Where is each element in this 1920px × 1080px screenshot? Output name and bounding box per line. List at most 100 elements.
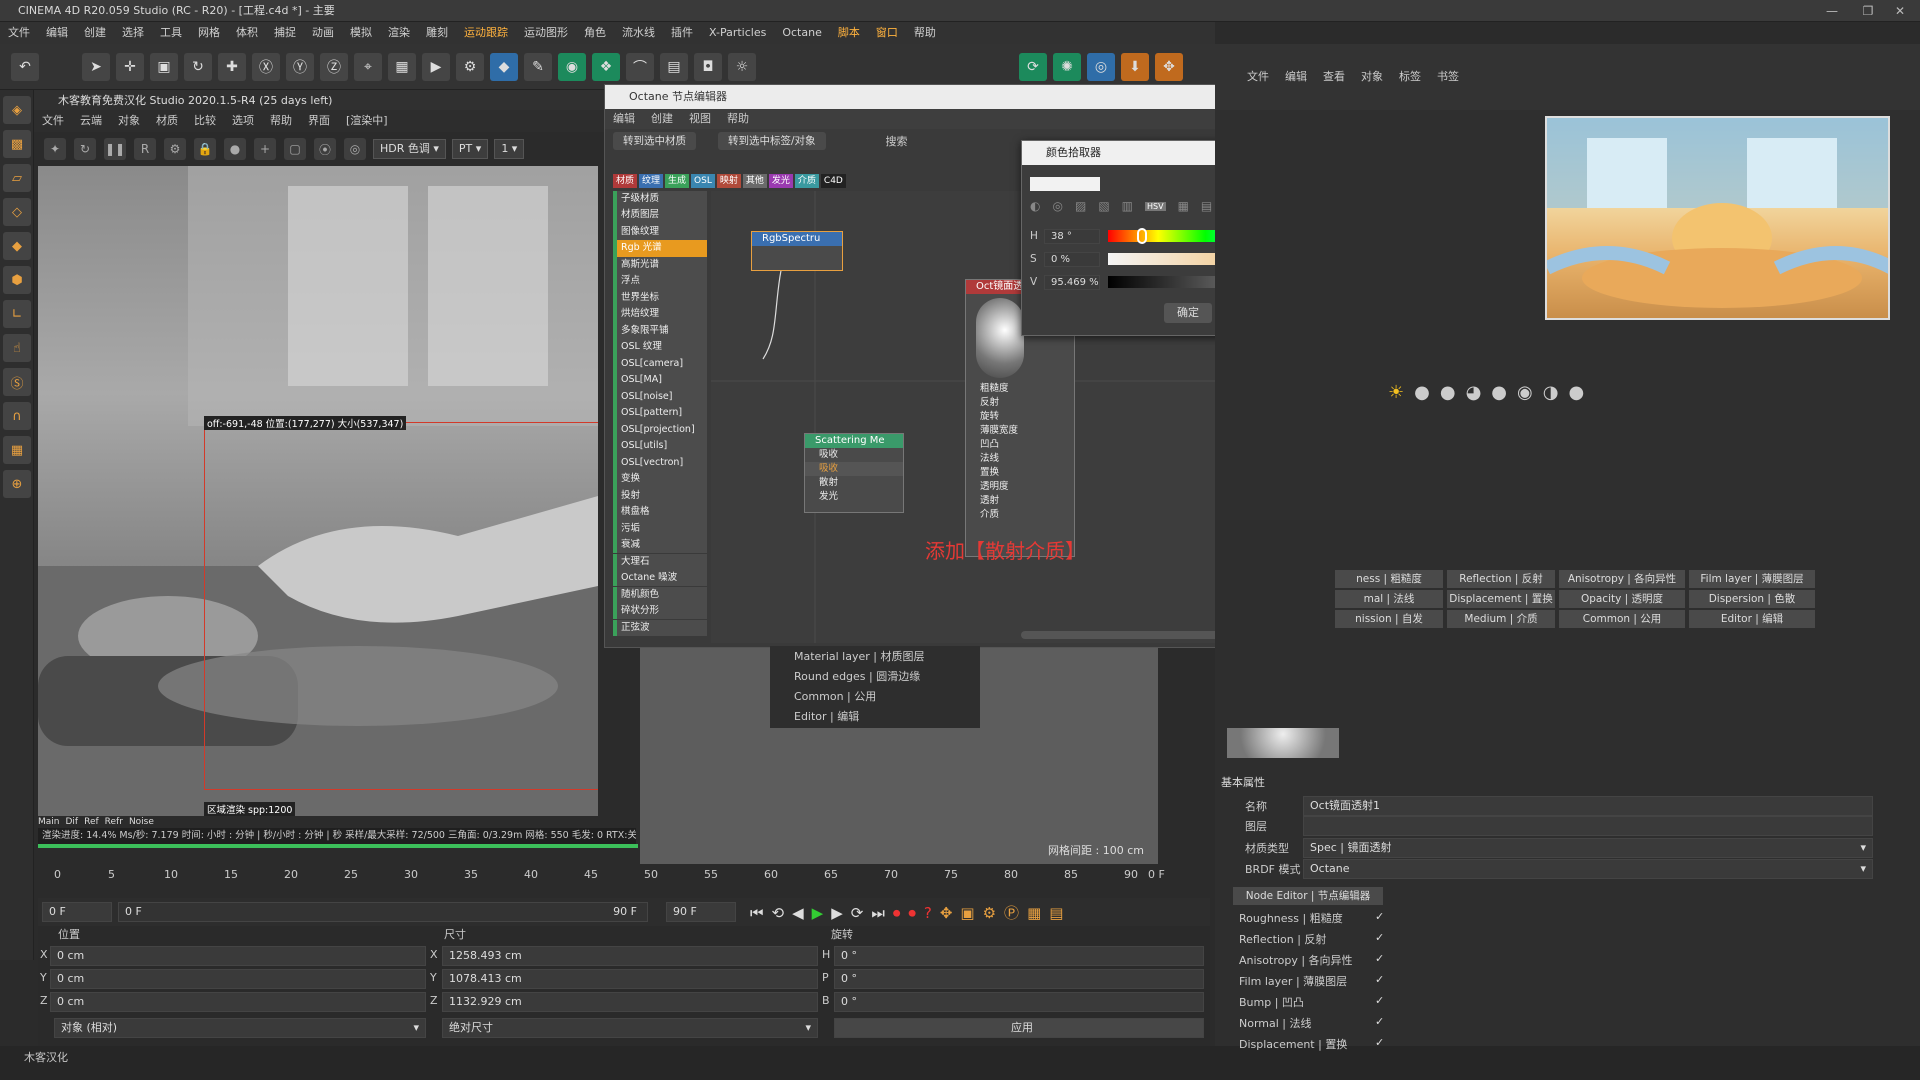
pin-label[interactable]: 置换 — [966, 466, 1074, 480]
timeline-menu-icon[interactable]: ▤ — [1049, 904, 1063, 922]
vp-menu-help[interactable]: 帮助 — [262, 110, 300, 132]
key-param-icon[interactable]: Ⓟ — [1004, 902, 1019, 923]
pin-label[interactable]: 吸收 — [805, 462, 903, 476]
node-list-item[interactable]: 图像纹理 — [613, 223, 707, 241]
channel-check[interactable]: Anisotropy | 各向异性 — [1239, 952, 1353, 968]
transform-icon[interactable]: ✚ — [218, 52, 246, 81]
ne-menu-help[interactable]: 帮助 — [719, 109, 757, 129]
lock-icon[interactable]: 🔒 — [194, 138, 216, 160]
checkmark-icon[interactable]: ✓ — [1375, 910, 1384, 923]
checkmark-icon[interactable]: ✓ — [1375, 973, 1384, 986]
autokey-icon[interactable]: ⏺ — [908, 904, 916, 922]
menu-select[interactable]: 选择 — [114, 22, 152, 44]
size-z-field[interactable]: 1132.929 cm — [442, 992, 818, 1012]
material-ball-icon[interactable]: ● — [1414, 382, 1430, 403]
material-name-field[interactable]: Oct镜面透射1 — [1303, 796, 1873, 816]
checkmark-icon[interactable]: ✓ — [1375, 931, 1384, 944]
node-list-item[interactable]: OSL[vectron] — [613, 454, 707, 472]
search-label[interactable]: 搜索 — [886, 133, 908, 149]
rotation-b-field[interactable]: 0 ° — [834, 992, 1204, 1012]
menu-sculpt[interactable]: 雕刻 — [418, 22, 456, 44]
checkmark-icon[interactable]: ✓ — [1375, 1036, 1384, 1049]
pin-label[interactable]: 透明度 — [966, 480, 1074, 494]
channel-tab-opacity[interactable]: Opacity | 透明度 — [1559, 590, 1685, 608]
menu-mesh[interactable]: 网格 — [190, 22, 228, 44]
node-list-item[interactable]: 正弦波 — [613, 619, 707, 636]
snap-icon[interactable]: Ⓢ — [3, 368, 31, 396]
layer-field[interactable] — [1303, 816, 1873, 836]
tab-main[interactable]: Main — [38, 817, 60, 827]
pick-icon[interactable]: ⦿ — [314, 138, 336, 160]
wheel-icon[interactable]: ◐ — [1030, 199, 1040, 213]
menu-mograph[interactable]: 运动图形 — [516, 22, 576, 44]
menu-pipeline[interactable]: 流水线 — [614, 22, 663, 44]
octane-live-icon[interactable]: ⟳ — [1019, 52, 1047, 81]
om-menu-file[interactable]: 文件 — [1239, 66, 1277, 88]
tab-ref[interactable]: Ref — [84, 817, 99, 827]
brdf-select[interactable]: Octane ▾ — [1303, 859, 1873, 879]
send-scene-icon[interactable]: ✦ — [44, 138, 66, 160]
pass-select[interactable]: 1 ▾ — [494, 139, 525, 159]
subdivision-icon[interactable]: ◉ — [558, 52, 586, 81]
channel-check[interactable]: Normal | 法线 — [1239, 1015, 1312, 1031]
kernel-select[interactable]: PT ▾ — [451, 139, 489, 159]
material-ball-icon[interactable]: ● — [1491, 382, 1507, 403]
axis-icon[interactable]: ∟ — [3, 300, 31, 328]
checkmark-icon[interactable]: ✓ — [1375, 952, 1384, 965]
cube-icon[interactable]: ◆ — [490, 52, 518, 81]
hue-field[interactable]: 38 ° — [1044, 228, 1100, 244]
octane-move-icon[interactable]: ✥ — [1155, 52, 1183, 81]
menu-xparticles[interactable]: X-Particles — [701, 22, 774, 44]
node-list-item-selected[interactable]: Rgb 光谱 — [613, 240, 707, 257]
node-list-item[interactable]: 碎状分形 — [613, 603, 707, 620]
swatches-icon[interactable]: ▤ — [1201, 199, 1212, 213]
play-icon[interactable]: ▶ — [812, 904, 824, 922]
node-list-item[interactable]: 投射 — [613, 487, 707, 505]
deformer-icon[interactable]: ⌒ — [626, 52, 654, 81]
ok-button[interactable]: 确定 — [1164, 303, 1212, 323]
graph-scrollbar[interactable] — [1021, 631, 1231, 639]
channel-tab-normal[interactable]: mal | 法线 — [1335, 590, 1443, 608]
cat-tab-map[interactable]: 映射 — [716, 174, 741, 188]
channel-tab-reflection[interactable]: Reflection | 反射 — [1447, 570, 1555, 588]
render-settings-icon[interactable]: ⚙ — [456, 52, 484, 81]
menu-motion-tracking[interactable]: 运动跟踪 — [456, 22, 516, 44]
channel-tab-medium[interactable]: Medium | 介质 — [1447, 610, 1555, 628]
menu-octane[interactable]: Octane — [774, 22, 830, 44]
cat-tab-osl[interactable]: OSL — [691, 174, 715, 188]
select-icon[interactable]: ➤ — [82, 52, 110, 81]
octane-tool-icon[interactable]: ⬇ — [1121, 52, 1149, 81]
pen-icon[interactable]: ✎ — [524, 52, 552, 81]
hdr-tonemap-select[interactable]: HDR 色调 ▾ — [373, 139, 446, 159]
camera-icon[interactable]: ◘ — [694, 52, 722, 81]
node-list-item[interactable]: OSL[MA] — [613, 372, 707, 389]
current-frame-field[interactable]: 0 F — [1148, 868, 1165, 881]
rotation-h-field[interactable]: 0 ° — [834, 946, 1204, 966]
mixer-icon[interactable]: ▧ — [1098, 199, 1109, 213]
saturation-field[interactable]: 0 % — [1044, 251, 1100, 267]
ne-menu-edit[interactable]: 编辑 — [605, 109, 643, 129]
node-list-item[interactable]: 随机颜色 — [613, 586, 707, 603]
frame-icon[interactable]: ▢ — [284, 138, 306, 160]
material-ball-icon[interactable]: ● — [1568, 382, 1584, 403]
lock-grid-icon[interactable]: ⊕ — [3, 470, 31, 498]
pin-label[interactable]: 反射 — [966, 396, 1074, 410]
node-list-item[interactable]: OSL[utils] — [613, 438, 707, 455]
channel-tab-dispersion[interactable]: Dispersion | 色散 — [1689, 590, 1815, 608]
octane-settings-icon[interactable]: ✺ — [1053, 52, 1081, 81]
tab-noise[interactable]: Noise — [129, 817, 154, 827]
size-y-field[interactable]: 1078.413 cm — [442, 969, 818, 989]
render-icon[interactable]: ▶ — [422, 52, 450, 81]
pause-icon[interactable]: ❚❚ — [104, 138, 126, 160]
z-axis-icon[interactable]: Ⓩ — [320, 52, 348, 81]
menu-animate[interactable]: 动画 — [304, 22, 342, 44]
channel-tab-anisotropy[interactable]: Anisotropy | 各向异性 — [1559, 570, 1685, 588]
channel-tab-common[interactable]: Common | 公用 — [1559, 610, 1685, 628]
hsv-mode-button[interactable]: HSV — [1145, 201, 1166, 211]
key-rotate-icon[interactable]: ⚙ — [983, 904, 996, 922]
key-grid-icon[interactable]: ▦ — [1027, 904, 1041, 922]
channel-check[interactable]: Displacement | 置换 — [1239, 1036, 1347, 1052]
pin-label[interactable]: 透射 — [966, 494, 1074, 508]
menu-help[interactable]: 帮助 — [906, 22, 944, 44]
node-list-item[interactable]: 变换 — [613, 471, 707, 488]
